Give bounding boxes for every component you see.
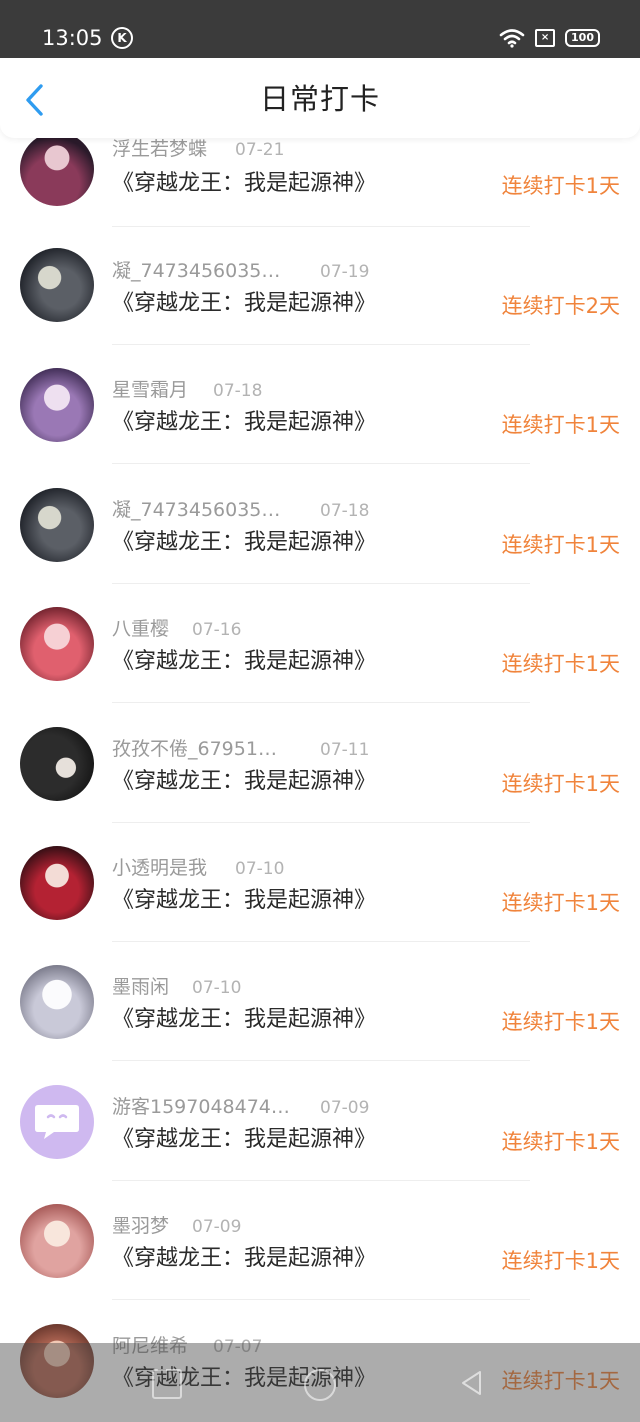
checkin-date: 07-10 (235, 859, 285, 879)
streak-label: 连续打卡1天 (501, 772, 620, 796)
streak-label: 连续打卡1天 (501, 533, 620, 557)
recent-apps-button[interactable] (152, 1369, 182, 1399)
row-divider (112, 1299, 530, 1300)
user-avatar[interactable] (20, 727, 94, 801)
checkin-date: 07-16 (192, 620, 242, 640)
row-divider (112, 344, 530, 345)
book-title[interactable]: 《穿越龙王：我是起源神》 (112, 169, 376, 199)
book-title[interactable]: 《穿越龙王：我是起源神》 (112, 647, 376, 677)
page-title: 日常打卡 (259, 82, 380, 116)
checkin-date: 07-09 (320, 1098, 370, 1118)
checkin-row[interactable]: 墨雨闲 07-10 《穿越龙王：我是起源神》 连续打卡1天 (0, 965, 640, 1090)
user-name[interactable]: 凝_7473456035… (112, 258, 297, 284)
user-name[interactable]: 凝_7473456035… (112, 497, 297, 523)
streak-label: 连续打卡1天 (501, 1249, 620, 1273)
k-app-icon: K (111, 27, 133, 49)
user-name[interactable]: 孜孜不倦_67951… (112, 736, 297, 762)
checkin-date: 07-11 (320, 740, 370, 760)
user-avatar[interactable] (20, 1204, 94, 1278)
no-sim-icon: × (535, 29, 556, 47)
user-avatar[interactable] (20, 965, 94, 1039)
checkin-list: 浮生若梦蝶 07-21 《穿越龙王：我是起源神》 连续打卡1天 凝_747345… (0, 0, 640, 1422)
checkin-date: 07-09 (192, 1217, 242, 1237)
checkin-row[interactable]: 八重樱 07-16 《穿越龙王：我是起源神》 连续打卡1天 (0, 607, 640, 732)
nav-back-button[interactable] (458, 1369, 486, 1397)
checkin-row[interactable]: 小透明是我 07-10 《穿越龙王：我是起源神》 连续打卡1天 (0, 846, 640, 971)
user-avatar[interactable] (20, 1085, 94, 1159)
user-avatar[interactable] (20, 607, 94, 681)
user-name[interactable]: 游客1597048474… (112, 1094, 297, 1120)
header: 日常打卡 (0, 58, 640, 138)
wifi-icon (499, 29, 525, 48)
streak-label: 连续打卡1天 (501, 1130, 620, 1154)
user-avatar[interactable] (20, 248, 94, 322)
checkin-date: 07-19 (320, 262, 370, 282)
row-divider (112, 583, 530, 584)
row-divider (112, 941, 530, 942)
user-avatar[interactable] (20, 488, 94, 562)
chat-bubble-icon (35, 1105, 79, 1139)
checkin-row[interactable]: 游客1597048474… 07-09 《穿越龙王：我是起源神》 连续打卡1天 (0, 1085, 640, 1210)
status-icons: × 100 (499, 28, 600, 48)
system-nav-bar (0, 1343, 640, 1422)
book-title[interactable]: 《穿越龙王：我是起源神》 (112, 767, 376, 797)
streak-label: 连续打卡1天 (501, 413, 620, 437)
book-title[interactable]: 《穿越龙王：我是起源神》 (112, 1005, 376, 1035)
row-divider (112, 702, 530, 703)
book-title[interactable]: 《穿越龙王：我是起源神》 (112, 528, 376, 558)
user-name[interactable]: 星雪霜月 (112, 377, 202, 403)
triangle-back-icon (462, 1371, 481, 1395)
checkin-row[interactable]: 凝_7473456035… 07-19 《穿越龙王：我是起源神》 连续打卡2天 (0, 248, 640, 374)
battery-icon: 100 (565, 29, 600, 47)
row-divider (112, 1180, 530, 1181)
row-divider (112, 226, 530, 227)
row-divider (112, 1060, 530, 1061)
row-divider (112, 463, 530, 464)
streak-label: 连续打卡2天 (501, 294, 620, 318)
checkin-date: 07-18 (320, 501, 370, 521)
book-title[interactable]: 《穿越龙王：我是起源神》 (112, 1125, 376, 1155)
user-name[interactable]: 墨羽梦 (112, 1213, 182, 1239)
screen: 浮生若梦蝶 07-21 《穿越龙王：我是起源神》 连续打卡1天 凝_747345… (0, 0, 640, 1422)
checkin-row[interactable]: 凝_7473456035… 07-18 《穿越龙王：我是起源神》 连续打卡1天 (0, 488, 640, 613)
checkin-row[interactable]: 孜孜不倦_67951… 07-11 《穿越龙王：我是起源神》 连续打卡1天 (0, 727, 640, 852)
user-name[interactable]: 八重樱 (112, 616, 182, 642)
user-name[interactable]: 小透明是我 (112, 855, 222, 881)
streak-label: 连续打卡1天 (501, 652, 620, 676)
user-name[interactable]: 墨雨闲 (112, 974, 182, 1000)
user-avatar[interactable] (20, 368, 94, 442)
checkin-date: 07-21 (235, 140, 285, 160)
book-title[interactable]: 《穿越龙王：我是起源神》 (112, 886, 376, 916)
streak-label: 连续打卡1天 (501, 174, 620, 198)
user-avatar[interactable] (20, 846, 94, 920)
checkin-date: 07-18 (213, 381, 263, 401)
book-title[interactable]: 《穿越龙王：我是起源神》 (112, 408, 376, 438)
checkin-row[interactable]: 墨羽梦 07-09 《穿越龙王：我是起源神》 连续打卡1天 (0, 1204, 640, 1329)
streak-label: 连续打卡1天 (501, 1010, 620, 1034)
row-divider (112, 822, 530, 823)
home-button[interactable] (304, 1369, 336, 1401)
status-bar: 13:05 K × 100 (0, 0, 640, 58)
checkin-row[interactable]: 浮生若梦蝶 07-21 《穿越龙王：我是起源神》 连续打卡1天 (0, 132, 640, 260)
book-title[interactable]: 《穿越龙王：我是起源神》 (112, 1244, 376, 1274)
checkin-row[interactable]: 星雪霜月 07-18 《穿越龙王：我是起源神》 连续打卡1天 (0, 368, 640, 493)
checkin-date: 07-10 (192, 978, 242, 998)
streak-label: 连续打卡1天 (501, 891, 620, 915)
user-avatar[interactable] (20, 132, 94, 206)
book-title[interactable]: 《穿越龙王：我是起源神》 (112, 289, 376, 319)
status-time: 13:05 (42, 26, 103, 50)
user-name[interactable]: 浮生若梦蝶 (112, 136, 222, 162)
